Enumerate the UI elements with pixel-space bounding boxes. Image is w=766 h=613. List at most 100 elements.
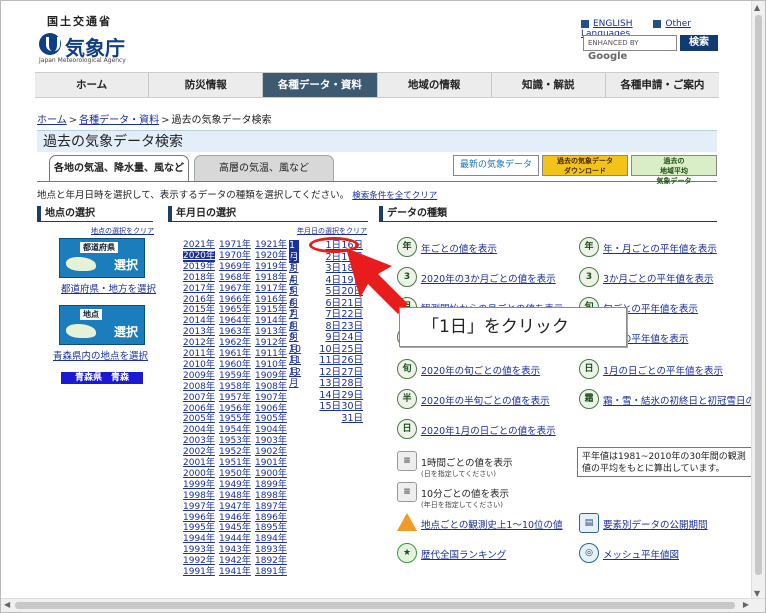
year-link[interactable]: 1894年 <box>255 534 287 545</box>
year-link[interactable]: 1958年 <box>219 382 251 393</box>
year-link[interactable]: 2015年 <box>183 305 215 316</box>
year-link[interactable]: 2002年 <box>183 447 215 458</box>
datatype-link[interactable]: 2020年の半旬ごとの値を表示 <box>421 393 550 407</box>
nav-home[interactable]: ホーム <box>35 73 150 97</box>
download-banner[interactable]: 過去の気象データ ダウンロード <box>542 155 628 176</box>
year-link[interactable]: 1943年 <box>219 545 251 556</box>
day-link[interactable]: 31日 <box>339 413 363 425</box>
day-link[interactable]: 11日 <box>317 355 341 367</box>
clear-location-link[interactable]: 地点の選択をクリア <box>91 226 154 236</box>
day-link[interactable]: 15日 <box>317 401 341 413</box>
year-link[interactable]: 2011年 <box>183 349 215 360</box>
year-link[interactable]: 1921年 <box>255 240 287 251</box>
year-link[interactable]: 1911年 <box>255 349 287 360</box>
datatype-link[interactable]: 2020年1月の日ごとの値を表示 <box>421 423 556 437</box>
day-link[interactable]: 26日 <box>339 355 363 367</box>
day-link[interactable]: 27日 <box>339 367 363 379</box>
year-link[interactable]: 2021年 <box>183 240 215 251</box>
year-link[interactable]: 2013年 <box>183 327 215 338</box>
year-link[interactable]: 1918年 <box>255 273 287 284</box>
year-link[interactable]: 1893年 <box>255 545 287 556</box>
year-link[interactable]: 1913年 <box>255 327 287 338</box>
year-link[interactable]: 2009年 <box>183 371 215 382</box>
search-input[interactable]: ENHANCED BY Google <box>583 35 677 62</box>
year-link[interactable]: 1991年 <box>183 567 215 578</box>
nav-applications[interactable]: 各種申請・ご案内 <box>606 73 719 97</box>
day-link[interactable]: 2日 <box>317 252 341 264</box>
day-link[interactable]: 6日 <box>317 298 341 310</box>
year-link[interactable]: 1971年 <box>219 240 251 251</box>
day-link[interactable]: 8日 <box>317 321 341 333</box>
year-link[interactable]: 1954年 <box>219 425 251 436</box>
year-link[interactable]: 1897年 <box>255 502 287 513</box>
year-link[interactable]: 1947年 <box>219 502 251 513</box>
year-link[interactable]: 1959年 <box>219 371 251 382</box>
year-link[interactable]: 1941年 <box>219 567 251 578</box>
year-link[interactable]: 1944年 <box>219 534 251 545</box>
year-link[interactable]: 1966年 <box>219 295 251 306</box>
datatype-link[interactable]: 1月の日ごとの平年値を表示 <box>603 363 723 377</box>
year-link[interactable]: 1946年 <box>219 513 251 524</box>
day-link[interactable]: 13日 <box>317 378 341 390</box>
year-link[interactable]: 1963年 <box>219 327 251 338</box>
scroll-down-icon[interactable]: ▼ <box>754 589 760 598</box>
year-link[interactable]: 1908年 <box>255 382 287 393</box>
year-link[interactable]: 1916年 <box>255 295 287 306</box>
datatype-link[interactable]: 年・月ごとの平年値を表示 <box>603 241 717 255</box>
scroll-right-icon[interactable]: ▶ <box>743 600 749 609</box>
year-link[interactable]: 2008年 <box>183 382 215 393</box>
year-link[interactable]: 1891年 <box>255 567 287 578</box>
year-link[interactable]: 1919年 <box>255 262 287 273</box>
year-link[interactable]: 2017年 <box>183 284 215 295</box>
day-link[interactable]: 29日 <box>339 390 363 402</box>
vertical-scroll-thumb[interactable] <box>755 15 762 575</box>
latest-data-banner[interactable]: 最新の気象データ <box>453 155 539 176</box>
year-link[interactable]: 1907年 <box>255 393 287 404</box>
day-link[interactable]: 12日 <box>317 367 341 379</box>
nav-regional-info[interactable]: 地域の情報 <box>378 73 492 97</box>
year-link[interactable]: 1904年 <box>255 425 287 436</box>
day-link[interactable]: 5日 <box>317 286 341 298</box>
year-link[interactable]: 1912年 <box>255 338 287 349</box>
year-link[interactable]: 1914年 <box>255 316 287 327</box>
year-link[interactable]: 1993年 <box>183 545 215 556</box>
year-link[interactable]: 1992年 <box>183 556 215 567</box>
vertical-scrollbar[interactable]: ▲ ▼ <box>751 1 765 600</box>
search-button[interactable]: 検索 <box>680 35 718 51</box>
year-link[interactable]: 2020年 <box>183 250 215 262</box>
scroll-left-icon[interactable]: ◀ <box>4 600 10 609</box>
year-link[interactable]: 2018年 <box>183 273 215 284</box>
nav-disaster-info[interactable]: 防災情報 <box>149 73 264 97</box>
day-link[interactable]: 28日 <box>339 378 363 390</box>
day-link[interactable]: 7日 <box>317 309 341 321</box>
year-link[interactable]: 1900年 <box>255 469 287 480</box>
period-link[interactable]: 要素別データの公開期間 <box>603 517 708 531</box>
year-link[interactable]: 1910年 <box>255 360 287 371</box>
year-link[interactable]: 1896年 <box>255 513 287 524</box>
year-link[interactable]: 1970年 <box>219 251 251 262</box>
year-link[interactable]: 1905年 <box>255 414 287 425</box>
year-link[interactable]: 1906年 <box>255 404 287 415</box>
day-link[interactable]: 10日 <box>317 344 341 356</box>
horizontal-scrollbar[interactable]: ◀ ▶ <box>1 598 765 612</box>
year-link[interactable]: 1942年 <box>219 556 251 567</box>
datatype-link[interactable]: 年ごとの値を表示 <box>421 241 497 255</box>
year-link[interactable]: 1969年 <box>219 262 251 273</box>
year-link[interactable]: 1892年 <box>255 556 287 567</box>
datatype-link[interactable]: 2020年の3か月ごとの値を表示 <box>421 271 556 285</box>
year-link[interactable]: 1956年 <box>219 404 251 415</box>
day-link[interactable]: 24日 <box>339 332 363 344</box>
national-ranking-link[interactable]: 歴代全国ランキング <box>421 547 506 561</box>
year-link[interactable]: 1961年 <box>219 349 251 360</box>
year-link[interactable]: 1945年 <box>219 523 251 534</box>
year-link[interactable]: 1901年 <box>255 458 287 469</box>
day-link[interactable]: 14日 <box>317 390 341 402</box>
datatype-link[interactable]: 2020年の旬ごとの値を表示 <box>421 363 540 377</box>
year-link[interactable]: 2019年 <box>183 262 215 273</box>
year-link[interactable]: 1996年 <box>183 513 215 524</box>
tab-upper-air[interactable]: 高層の気温、風など <box>194 155 334 181</box>
year-link[interactable]: 1995年 <box>183 523 215 534</box>
year-link[interactable]: 2003年 <box>183 436 215 447</box>
local-ranking-link[interactable]: 地点ごとの観測史上1～10位の値 <box>421 517 563 531</box>
point-select-link[interactable]: 青森県内の地点を選択 <box>53 348 148 362</box>
